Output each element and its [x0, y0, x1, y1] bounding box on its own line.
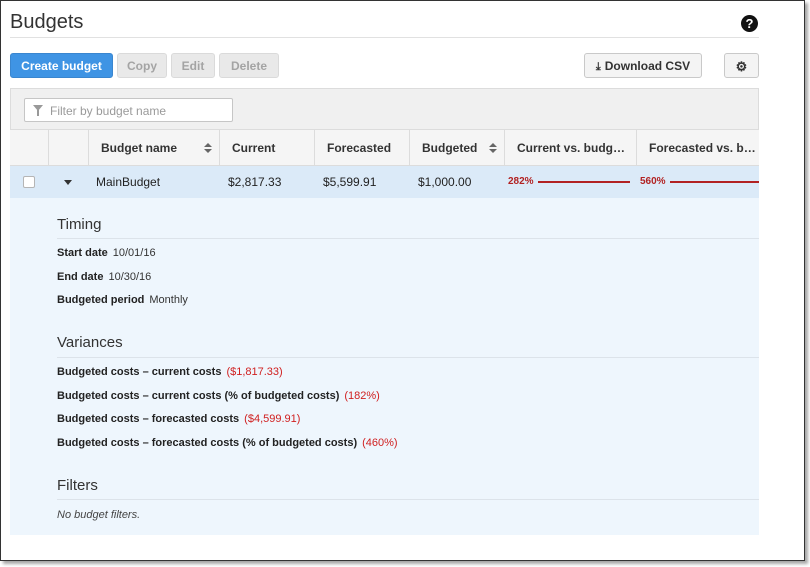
download-icon: ⤓ — [595, 61, 601, 73]
budgeted-cell: $1,000.00 — [418, 175, 472, 189]
gear-icon: ⚙ — [735, 59, 748, 74]
header-select — [10, 130, 49, 166]
sort-icon[interactable] — [204, 143, 212, 154]
budget-name-cell: MainBudget — [96, 175, 161, 189]
start-date-value: 10/01/16 — [112, 247, 156, 259]
variance-value: (460%) — [362, 437, 398, 449]
variance-item: Budgeted costs – forecasted costs ($4,599… — [57, 413, 300, 425]
filter-input[interactable]: Filter by budget name — [24, 98, 233, 122]
variance-item: Budgeted costs – current costs ($1,817.33… — [57, 366, 283, 378]
variance-label: Budgeted costs – forecasted costs (% of … — [57, 437, 358, 449]
variance-label: Budgeted costs – forecasted costs — [57, 413, 240, 425]
column-header-budget-name[interactable]: Budget name — [89, 130, 220, 166]
filters-section-title: Filters — [57, 477, 98, 494]
section-divider — [57, 357, 759, 358]
column-header-forecasted-vs-budget[interactable]: Forecasted vs. b… — [637, 130, 759, 166]
timing-section-title: Timing — [57, 216, 102, 233]
end-date-label: End date — [57, 271, 104, 283]
budgeted-period-field: Budgeted period Monthly — [57, 294, 188, 306]
filter-bar: Filter by budget name — [10, 88, 759, 130]
current-vs-budget-value: 282% — [508, 176, 534, 187]
variances-section-title: Variances — [57, 334, 123, 351]
title-divider — [10, 37, 759, 38]
end-date-value: 10/30/16 — [108, 271, 152, 283]
variance-value: ($4,599.91) — [244, 413, 301, 425]
variance-item: Budgeted costs – forecasted costs (% of … — [57, 437, 398, 449]
column-label: Current — [232, 141, 276, 155]
delete-button[interactable]: Delete — [219, 53, 279, 78]
end-date-field: End date 10/30/16 — [57, 271, 151, 283]
column-label: Current vs. budg… — [517, 141, 626, 155]
forecasted-cell: $5,599.91 — [323, 175, 377, 189]
filter-placeholder: Filter by budget name — [50, 104, 167, 118]
column-label: Budgeted — [422, 141, 478, 155]
copy-button[interactable]: Copy — [117, 53, 167, 78]
sort-icon[interactable] — [489, 143, 497, 154]
table-header: Budget name Current Forecasted Budgeted … — [10, 130, 759, 166]
budgeted-period-value: Monthly — [149, 294, 188, 306]
settings-button[interactable]: ⚙ — [724, 53, 759, 78]
section-divider — [57, 238, 759, 239]
download-csv-label: Download CSV — [604, 59, 691, 73]
column-header-current-vs-budget[interactable]: Current vs. budg… — [505, 130, 637, 166]
filter-icon — [33, 105, 43, 116]
current-cell: $2,817.33 — [228, 175, 282, 189]
no-filters-note: No budget filters. — [57, 509, 141, 521]
column-header-current[interactable]: Current — [220, 130, 315, 166]
variance-value: (182%) — [344, 390, 380, 402]
budgets-panel: Budgets ? Create budget Copy Edit Delete… — [0, 0, 805, 561]
column-label: Budget name — [101, 141, 178, 155]
variance-value: ($1,817.33) — [226, 366, 283, 378]
variance-label: Budgeted costs – current costs — [57, 366, 222, 378]
header-expand — [49, 130, 89, 166]
expand-caret-icon[interactable] — [64, 180, 72, 185]
column-header-budgeted[interactable]: Budgeted — [410, 130, 505, 166]
budget-details: Timing Start date 10/01/16 End date 10/30/… — [10, 198, 759, 535]
variance-item: Budgeted costs – current costs (% of bud… — [57, 390, 380, 402]
current-vs-budget-bar — [538, 181, 630, 183]
section-divider — [57, 499, 759, 500]
column-label: Forecasted vs. b… — [649, 141, 756, 155]
column-label: Forecasted — [327, 141, 392, 155]
page-title: Budgets — [10, 11, 84, 33]
start-date-label: Start date — [57, 247, 108, 259]
forecasted-vs-budget-value: 560% — [640, 176, 666, 187]
table-row[interactable]: MainBudget $2,817.33 $5,599.91 $1,000.00… — [10, 166, 759, 198]
forecasted-vs-budget-bar — [670, 181, 759, 183]
help-icon[interactable]: ? — [741, 15, 758, 32]
budgeted-period-label: Budgeted period — [57, 294, 145, 306]
download-csv-button[interactable]: ⤓ Download CSV — [584, 53, 702, 78]
variance-label: Budgeted costs – current costs (% of bud… — [57, 390, 340, 402]
create-budget-button[interactable]: Create budget — [10, 53, 113, 78]
edit-button[interactable]: Edit — [171, 53, 215, 78]
start-date-field: Start date 10/01/16 — [57, 247, 156, 259]
column-header-forecasted[interactable]: Forecasted — [315, 130, 410, 166]
row-checkbox[interactable] — [23, 176, 35, 188]
budgets-table: Filter by budget name Budget name Curren… — [10, 88, 759, 535]
